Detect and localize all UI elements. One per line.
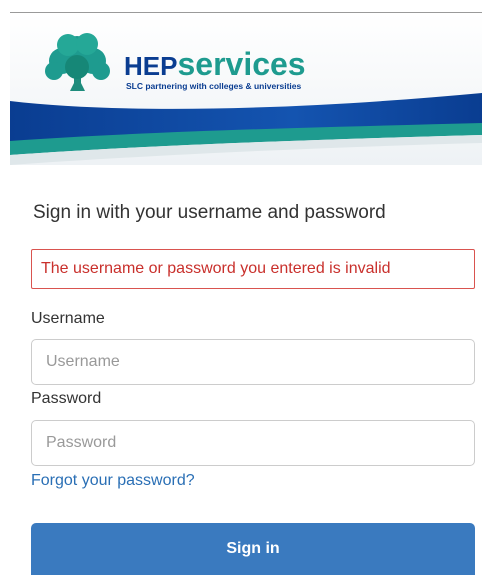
forgot-password-link[interactable]: Forgot your password?: [31, 472, 195, 490]
username-label: Username: [31, 310, 105, 327]
page-heading: Sign in with your username and password: [33, 202, 386, 223]
brand-hep: HEP: [124, 51, 177, 81]
brand-tagline: SLC partnering with colleges & universit…: [126, 81, 302, 91]
hep-services-banner: HEPservices SLC partnering with colleges…: [10, 13, 482, 165]
password-label: Password: [31, 390, 102, 407]
username-input[interactable]: [31, 339, 475, 385]
banner-graphic: HEPservices SLC partnering with colleges…: [10, 13, 482, 165]
svg-text:HEPservices: HEPservices: [124, 46, 306, 82]
error-message: The username or password you entered is …: [31, 249, 475, 289]
sign-in-button[interactable]: Sign in: [31, 523, 475, 575]
brand-services: services: [177, 46, 305, 82]
password-input[interactable]: [31, 420, 475, 466]
